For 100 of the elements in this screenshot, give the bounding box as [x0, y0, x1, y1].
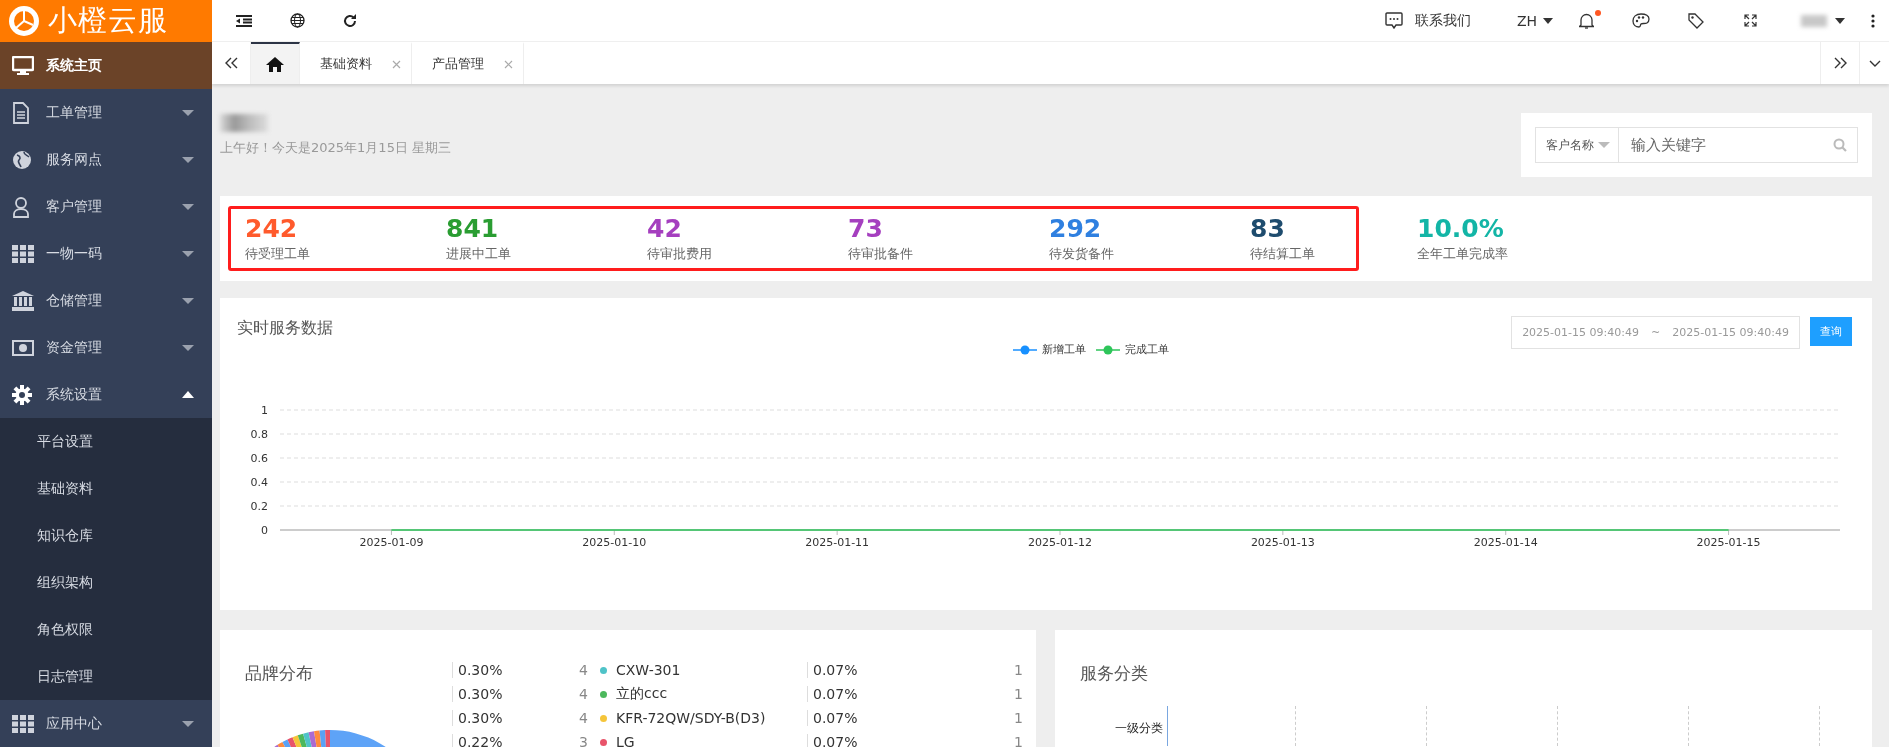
search-field[interactable]: 输入关键字	[1619, 127, 1858, 163]
stat-value: 841	[446, 214, 500, 243]
count-text: 1	[1013, 686, 1023, 702]
stat-label: 待结算工单	[1250, 244, 1316, 263]
banknote-icon	[12, 339, 34, 356]
axis-tick-label: 0.6	[250, 452, 268, 465]
monitor-icon	[12, 55, 34, 76]
page-tab[interactable]: 基础资料	[300, 42, 412, 84]
caret-icon	[182, 203, 194, 210]
stat-label: 待发货备件	[1049, 244, 1115, 263]
palette-icon[interactable]	[1632, 13, 1650, 28]
submenu-item[interactable]: 知识仓库	[0, 512, 212, 559]
axis-tick-label: 2025-01-11	[805, 536, 870, 549]
sidebar-item[interactable]: 资金管理	[0, 324, 212, 371]
count-text: 4	[578, 710, 588, 726]
search-input[interactable]: 输入关键字	[1629, 135, 1827, 155]
stat-label: 待审批费用	[647, 244, 713, 263]
person-icon	[12, 195, 30, 218]
axis-tick-label: 2025-01-14	[1473, 536, 1538, 549]
caret-icon	[182, 109, 194, 116]
count-text: 1	[1013, 662, 1023, 678]
sidebar-item[interactable]: 服务网点	[0, 136, 212, 183]
count-text: 4	[578, 662, 588, 678]
greeting-text: 上午好！今天是2025年1月15日 星期三	[220, 139, 452, 157]
sidebar-item[interactable]: 客户管理	[0, 183, 212, 230]
bell-icon[interactable]	[1579, 12, 1594, 29]
more-icon[interactable]	[1871, 13, 1875, 28]
sidebar-item[interactable]: 应用中心	[0, 700, 212, 747]
filter-dropdown[interactable]: 客户名称	[1535, 127, 1619, 163]
stat-label: 待受理工单	[245, 244, 311, 263]
sidebar-item[interactable]: 仓储管理	[0, 277, 212, 324]
brand-name: CXW-301	[616, 662, 681, 678]
sidebar-item[interactable]: 系统主页	[0, 42, 212, 89]
fullscreen-icon[interactable]	[1744, 14, 1757, 27]
user-menu[interactable]	[1801, 14, 1845, 27]
sidebar-item[interactable]: 工单管理	[0, 89, 212, 136]
axis-tick-label: 0.4	[250, 476, 268, 489]
caret-icon	[182, 391, 194, 398]
globe-icon	[12, 149, 32, 170]
chevron-down-icon[interactable]	[1868, 59, 1881, 67]
submenu-item[interactable]: 组织架构	[0, 559, 212, 606]
caret-icon	[182, 720, 194, 727]
double-chevron-left-icon[interactable]	[224, 57, 238, 69]
axis-tick-label: 一级分类	[1115, 720, 1163, 737]
logo-icon	[8, 5, 40, 37]
caret-icon	[1543, 17, 1553, 24]
stat-label: 全年工单完成率	[1417, 244, 1509, 263]
stat-value: 73	[848, 214, 884, 243]
stat-value: 10.0%	[1417, 214, 1505, 243]
brand-name: KFR-72QW/SDY-B(D3)	[616, 710, 766, 726]
blurred-name	[220, 114, 268, 132]
menu-indent-icon[interactable]	[236, 14, 252, 27]
count-text: 1	[1013, 734, 1023, 747]
sidebar-item[interactable]: 一物一码	[0, 230, 212, 277]
caret-icon	[1598, 142, 1610, 148]
sidebar-item[interactable]: 系统设置	[0, 371, 212, 418]
axis-tick-label: 2025-01-09	[359, 536, 424, 549]
language-selector[interactable]: ZH	[1516, 12, 1553, 29]
bank-icon	[12, 290, 34, 311]
stat-label: 进展中工单	[446, 244, 512, 263]
caret-icon	[182, 250, 194, 257]
submenu-item[interactable]: 日志管理	[0, 653, 212, 700]
submenu-item[interactable]: 角色权限	[0, 606, 212, 653]
globe-icon[interactable]	[290, 13, 305, 28]
brand-name: LG	[616, 734, 635, 747]
axis-tick-label: 1	[261, 404, 268, 417]
legend-label: 新增工单	[1042, 342, 1086, 357]
tab-label: 产品管理	[432, 55, 484, 73]
caret-icon	[182, 156, 194, 163]
axis-tick-label: 0	[261, 524, 268, 537]
tag-icon[interactable]	[1688, 12, 1704, 29]
card-title: 实时服务数据	[237, 317, 334, 339]
contact-link[interactable]: 联系我们	[1414, 11, 1471, 30]
page-tab[interactable]: 产品管理	[412, 42, 524, 84]
stat-value: 292	[1049, 214, 1103, 243]
stat-value: 83	[1250, 214, 1286, 243]
refresh-icon[interactable]	[343, 13, 357, 28]
axis-tick-label: 2025-01-12	[1028, 536, 1092, 549]
axis-tick-label: 0.8	[250, 428, 268, 441]
chat-icon[interactable]	[1384, 12, 1403, 29]
brand-name: 立的ccc	[616, 685, 668, 703]
double-chevron-right-icon[interactable]	[1833, 57, 1847, 69]
stat-value: 42	[647, 214, 683, 243]
donut-slice	[308, 731, 319, 747]
percent-text: 0.07%	[807, 662, 903, 678]
grid-icon	[12, 714, 34, 733]
card-title: 服务分类	[1080, 662, 1148, 685]
axis-tick-label: 2025-01-15	[1696, 536, 1761, 549]
submenu-item[interactable]: 基础资料	[0, 465, 212, 512]
home-tab[interactable]	[251, 42, 300, 84]
stat-label: 待审批备件	[848, 244, 914, 263]
submenu-item[interactable]: 平台设置	[0, 418, 212, 465]
axis-tick-label: 2025-01-10	[582, 536, 647, 549]
axis-tick-label: 0.2	[250, 500, 268, 513]
percent-text: 0.07%	[807, 710, 903, 726]
percent-text: 0.07%	[807, 686, 903, 702]
stat-value: 242	[245, 214, 299, 243]
axis-tick-label: 2025-01-13	[1250, 536, 1315, 549]
caret-icon	[182, 344, 194, 351]
count-text: 1	[1013, 710, 1023, 726]
